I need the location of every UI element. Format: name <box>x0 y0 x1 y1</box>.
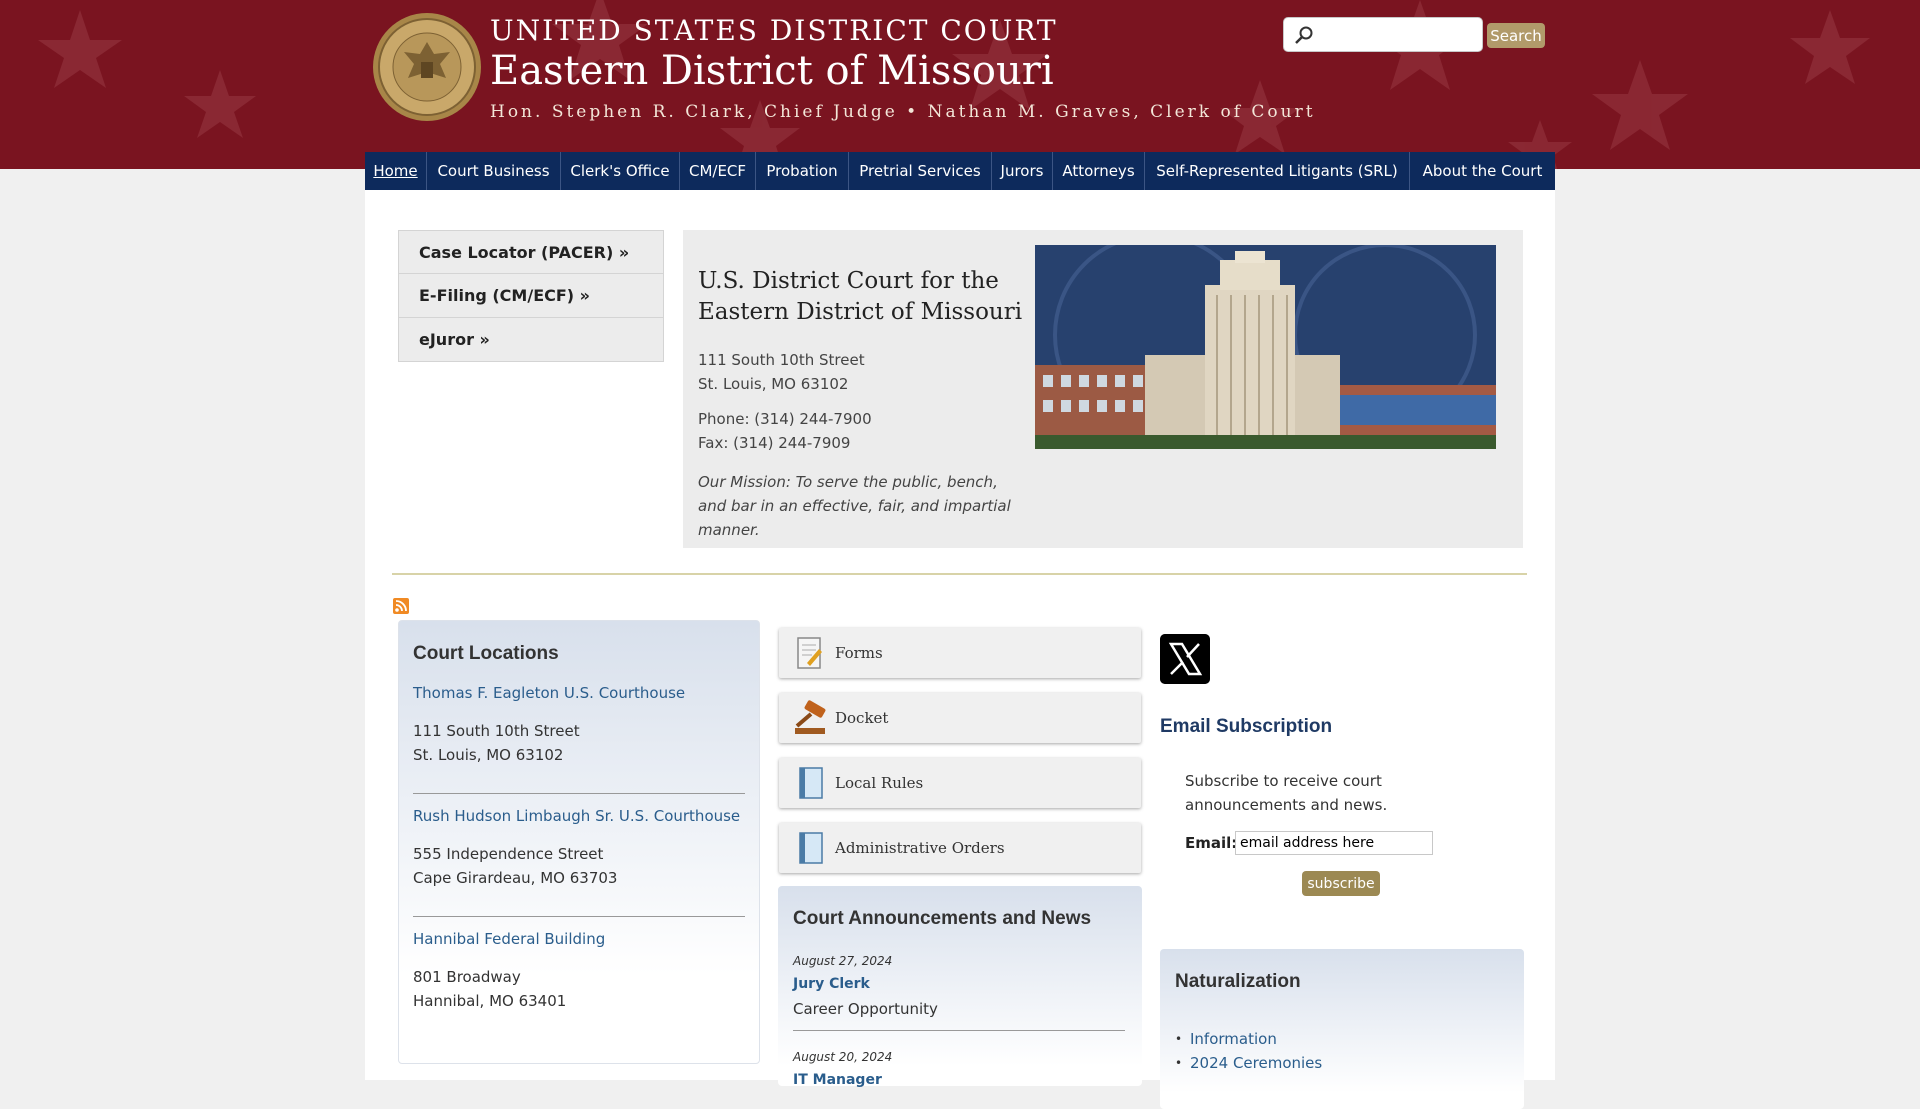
court-locations-title: Court Locations <box>413 643 559 664</box>
search-box <box>1283 17 1483 52</box>
courthouse-photo <box>1035 245 1496 449</box>
search-input[interactable] <box>1320 22 1480 49</box>
location-link[interactable]: Hannibal Federal Building <box>413 927 745 951</box>
fax-number: Fax: (314) 244-7909 <box>698 434 851 452</box>
forms-icon <box>797 637 822 669</box>
email-description: Subscribe to receive court announcements… <box>1185 772 1388 814</box>
nav-court-business[interactable]: Court Business <box>427 152 561 190</box>
location-address-1: 111 South 10th Street <box>413 722 580 740</box>
nav-srl[interactable]: Self-Represented Litigants (SRL) <box>1145 152 1410 190</box>
quick-link-ejuror[interactable]: eJuror » <box>398 318 664 362</box>
tile-forms[interactable]: Forms <box>779 628 1141 678</box>
email-subscription-title: Email Subscription <box>1160 716 1333 737</box>
news-link[interactable]: IT Manager <box>793 1072 882 1088</box>
intro-address: 111 South 10th Street St. Louis, MO 6310… <box>698 348 865 396</box>
court-name: UNITED STATES DISTRICT COURT <box>490 14 1058 47</box>
tile-label: Docket <box>835 709 889 727</box>
nav-home[interactable]: Home <box>365 152 427 190</box>
officials-line: Hon. Stephen R. Clark, Chief Judge • Nat… <box>490 102 1316 122</box>
nav-about[interactable]: About the Court <box>1410 152 1555 190</box>
email-input[interactable] <box>1235 831 1433 855</box>
rss-feed-icon[interactable] <box>393 598 409 614</box>
location-address-1: 555 Independence Street <box>413 845 604 863</box>
location-address-2: St. Louis, MO 63102 <box>413 746 564 764</box>
news-link[interactable]: Jury Clerk <box>793 976 870 992</box>
naturalization-list: Information 2024 Ceremonies <box>1175 1027 1322 1075</box>
location-item: Thomas F. Eagleton U.S. Courthouse 111 S… <box>413 681 745 767</box>
tile-label: Local Rules <box>835 774 924 792</box>
location-link[interactable]: Thomas F. Eagleton U.S. Courthouse <box>413 681 745 705</box>
news-date: August 27, 2024 <box>793 954 893 968</box>
court-seal-logo[interactable] <box>372 12 482 122</box>
tile-label: Forms <box>835 644 883 662</box>
intro-title: U.S. District Court for the Eastern Dist… <box>698 268 1023 325</box>
phone-number: Phone: (314) 244-7900 <box>698 410 872 428</box>
location-separator <box>413 793 745 794</box>
nav-attorneys[interactable]: Attorneys <box>1053 152 1145 190</box>
naturalization-link[interactable]: 2024 Ceremonies <box>1175 1051 1322 1075</box>
district-name[interactable]: Eastern District of Missouri <box>490 48 1054 94</box>
tile-local-rules[interactable]: Local Rules <box>779 758 1141 808</box>
gavel-icon <box>795 700 826 734</box>
address-line-2: St. Louis, MO 63102 <box>698 375 849 393</box>
announcements-panel: Court Announcements and News August 27, … <box>778 886 1142 1088</box>
section-divider <box>392 573 1527 575</box>
search-button[interactable]: Search <box>1487 23 1545 48</box>
intro-contact: Phone: (314) 244-7900 Fax: (314) 244-790… <box>698 407 872 455</box>
tile-admin-orders[interactable]: Administrative Orders <box>779 823 1141 873</box>
nav-pretrial-services[interactable]: Pretrial Services <box>849 152 992 190</box>
book-icon <box>799 832 823 864</box>
location-separator <box>413 916 745 917</box>
news-description: Career Opportunity <box>793 1000 938 1018</box>
address-line-1: 111 South 10th Street <box>698 351 865 369</box>
naturalization-title: Naturalization <box>1175 971 1301 992</box>
location-address-2: Hannibal, MO 63401 <box>413 992 567 1010</box>
nav-jurors[interactable]: Jurors <box>992 152 1053 190</box>
location-address-1: 801 Broadway <box>413 968 521 986</box>
subscribe-button[interactable]: subscribe <box>1302 871 1380 896</box>
location-address-2: Cape Girardeau, MO 63703 <box>413 869 618 887</box>
location-item: Hannibal Federal Building 801 Broadway H… <box>413 927 745 1013</box>
naturalization-link[interactable]: Information <box>1175 1027 1322 1051</box>
naturalization-panel: Naturalization Information 2024 Ceremoni… <box>1160 949 1524 1109</box>
book-icon <box>799 767 823 799</box>
site-header: UNITED STATES DISTRICT COURT Eastern Dis… <box>0 0 1920 169</box>
email-label: Email: <box>1185 834 1238 852</box>
location-item: Rush Hudson Limbaugh Sr. U.S. Courthouse… <box>413 804 745 890</box>
quick-link-pacer[interactable]: Case Locator (PACER) » <box>398 230 664 274</box>
quick-link-ecf[interactable]: E-Filing (CM/ECF) » <box>398 274 664 318</box>
location-link[interactable]: Rush Hudson Limbaugh Sr. U.S. Courthouse <box>413 804 745 828</box>
nav-probation[interactable]: Probation <box>756 152 849 190</box>
mission-statement: Our Mission: To serve the public, bench,… <box>698 473 1011 539</box>
quick-links: Case Locator (PACER) » E-Filing (CM/ECF)… <box>398 230 664 362</box>
main-content: Case Locator (PACER) » E-Filing (CM/ECF)… <box>365 190 1555 1109</box>
court-locations-panel: Court Locations Thomas F. Eagleton U.S. … <box>398 620 760 1064</box>
tile-label: Administrative Orders <box>835 839 1005 857</box>
main-nav: Home Court Business Clerk's Office CM/EC… <box>365 152 1555 190</box>
x-social-icon[interactable] <box>1160 634 1210 684</box>
tile-docket[interactable]: Docket <box>779 693 1141 743</box>
nav-cm-ecf[interactable]: CM/ECF <box>680 152 756 190</box>
news-separator <box>793 1030 1125 1031</box>
search-icon <box>1295 26 1313 44</box>
news-date: August 20, 2024 <box>793 1050 893 1064</box>
nav-clerks-office[interactable]: Clerk's Office <box>561 152 680 190</box>
announcements-title: Court Announcements and News <box>793 908 1092 929</box>
intro-panel: U.S. District Court for the Eastern Dist… <box>683 230 1523 548</box>
